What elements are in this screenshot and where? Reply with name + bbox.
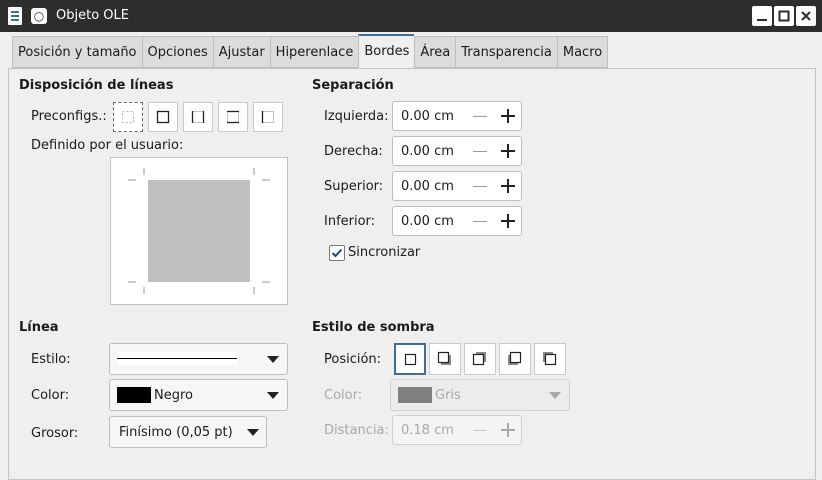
- tab-bar: Posición y tamaño Opciones Ajustar Hiper…: [12, 34, 609, 69]
- document-icon: [8, 7, 22, 25]
- tab-macro[interactable]: Macro: [556, 36, 609, 68]
- window-title: Objeto OLE: [56, 8, 129, 23]
- shadow-bottom-left-button[interactable]: [499, 343, 531, 375]
- line-width-label: Grosor:: [31, 426, 79, 441]
- shadow-color-swatch: [398, 387, 432, 403]
- shadow-position-label: Posición:: [324, 352, 382, 367]
- padding-left-label: Izquierda:: [324, 109, 389, 124]
- padding-bottom-field[interactable]: 0.00 cm: [392, 206, 522, 236]
- tab-options[interactable]: Opciones: [141, 36, 213, 68]
- maximize-button[interactable]: [774, 6, 794, 26]
- border-preview-object: [148, 180, 250, 282]
- padding-right-decrement-icon[interactable]: [473, 151, 487, 152]
- shadow-distance-decrement-icon[interactable]: [473, 430, 487, 431]
- close-button[interactable]: [796, 6, 816, 26]
- presets-label: Preconfigs.:: [31, 109, 107, 124]
- title-bar: ○ Objeto OLE: [0, 0, 822, 32]
- tab-area[interactable]: Área: [414, 36, 456, 68]
- padding-top-value[interactable]: 0.00 cm: [401, 179, 454, 194]
- padding-bottom-increment-icon[interactable]: [501, 214, 515, 228]
- preset-left-right-button[interactable]: [183, 102, 213, 132]
- line-style-dropdown[interactable]: [109, 343, 288, 375]
- synchronize-label[interactable]: Sincronizar: [348, 245, 420, 260]
- tab-wrap[interactable]: Ajustar: [212, 36, 270, 68]
- padding-top-field[interactable]: 0.00 cm: [392, 171, 522, 201]
- preset-left-button[interactable]: [253, 102, 283, 132]
- shadow-top-left-button[interactable]: [534, 343, 566, 375]
- line-width-value: Finísimo (0,05 pt): [119, 425, 233, 440]
- shadow-color-label: Color:: [324, 388, 363, 403]
- preset-top-bottom-button[interactable]: [218, 102, 248, 132]
- tab-position-size[interactable]: Posición y tamaño: [12, 36, 142, 68]
- line-color-label: Color:: [31, 388, 70, 403]
- line-width-dropdown[interactable]: Finísimo (0,05 pt): [109, 416, 267, 448]
- shadow-distance-value[interactable]: 0.18 cm: [401, 423, 454, 438]
- line-color-value: Negro: [154, 388, 193, 403]
- chevron-down-icon[interactable]: [549, 392, 561, 399]
- shadow-heading: Estilo de sombra: [312, 320, 435, 335]
- padding-left-decrement-icon[interactable]: [473, 116, 487, 117]
- preset-outer-border-button[interactable]: [148, 102, 178, 132]
- checkmark-icon: [331, 248, 343, 258]
- tab-borders[interactable]: Bordes: [358, 34, 415, 68]
- border-preview[interactable]: [110, 157, 288, 305]
- synchronize-checkbox[interactable]: [329, 245, 345, 261]
- line-arrangement-heading: Disposición de líneas: [19, 78, 174, 93]
- padding-bottom-value[interactable]: 0.00 cm: [401, 214, 454, 229]
- line-color-dropdown[interactable]: Negro: [109, 379, 288, 411]
- borders-panel: Disposición de líneas Preconfigs.: Defin…: [8, 68, 816, 480]
- padding-top-label: Superior:: [324, 179, 384, 194]
- minimize-button[interactable]: [752, 6, 772, 26]
- user-defined-label: Definido por el usuario:: [31, 138, 184, 153]
- border-preview-corner-marks: [128, 168, 270, 294]
- line-style-preview: [117, 352, 237, 365]
- padding-left-value[interactable]: 0.00 cm: [401, 109, 454, 124]
- tab-transparency[interactable]: Transparencia: [455, 36, 557, 68]
- padding-right-label: Derecha:: [324, 144, 383, 159]
- shadow-distance-label: Distancia:: [324, 423, 389, 438]
- padding-bottom-decrement-icon[interactable]: [473, 221, 487, 222]
- chevron-down-icon[interactable]: [267, 392, 279, 399]
- line-heading: Línea: [19, 320, 59, 335]
- shadow-bottom-right-button[interactable]: [429, 343, 461, 375]
- padding-top-decrement-icon[interactable]: [473, 186, 487, 187]
- shadow-distance-increment-icon[interactable]: [501, 423, 515, 437]
- shadow-distance-field[interactable]: 0.18 cm: [392, 415, 522, 445]
- shadow-top-right-button[interactable]: [464, 343, 496, 375]
- padding-right-value[interactable]: 0.00 cm: [401, 144, 454, 159]
- padding-bottom-label: Inferior:: [324, 214, 376, 229]
- padding-left-field[interactable]: 0.00 cm: [392, 101, 522, 131]
- preset-none-button[interactable]: [113, 102, 143, 132]
- shadow-color-dropdown[interactable]: Gris: [390, 379, 570, 411]
- padding-top-increment-icon[interactable]: [501, 179, 515, 193]
- window-menu-icon[interactable]: ○: [31, 8, 47, 24]
- padding-heading: Separación: [312, 78, 394, 93]
- chevron-down-icon[interactable]: [267, 356, 279, 363]
- padding-left-increment-icon[interactable]: [501, 109, 515, 123]
- padding-right-field[interactable]: 0.00 cm: [392, 136, 522, 166]
- shadow-none-button[interactable]: [394, 343, 426, 375]
- padding-right-increment-icon[interactable]: [501, 144, 515, 158]
- line-style-label: Estilo:: [31, 352, 71, 367]
- shadow-color-value: Gris: [435, 388, 461, 403]
- chevron-down-icon[interactable]: [247, 429, 259, 436]
- line-color-swatch: [117, 387, 151, 403]
- tab-hyperlink[interactable]: Hiperenlace: [269, 36, 359, 68]
